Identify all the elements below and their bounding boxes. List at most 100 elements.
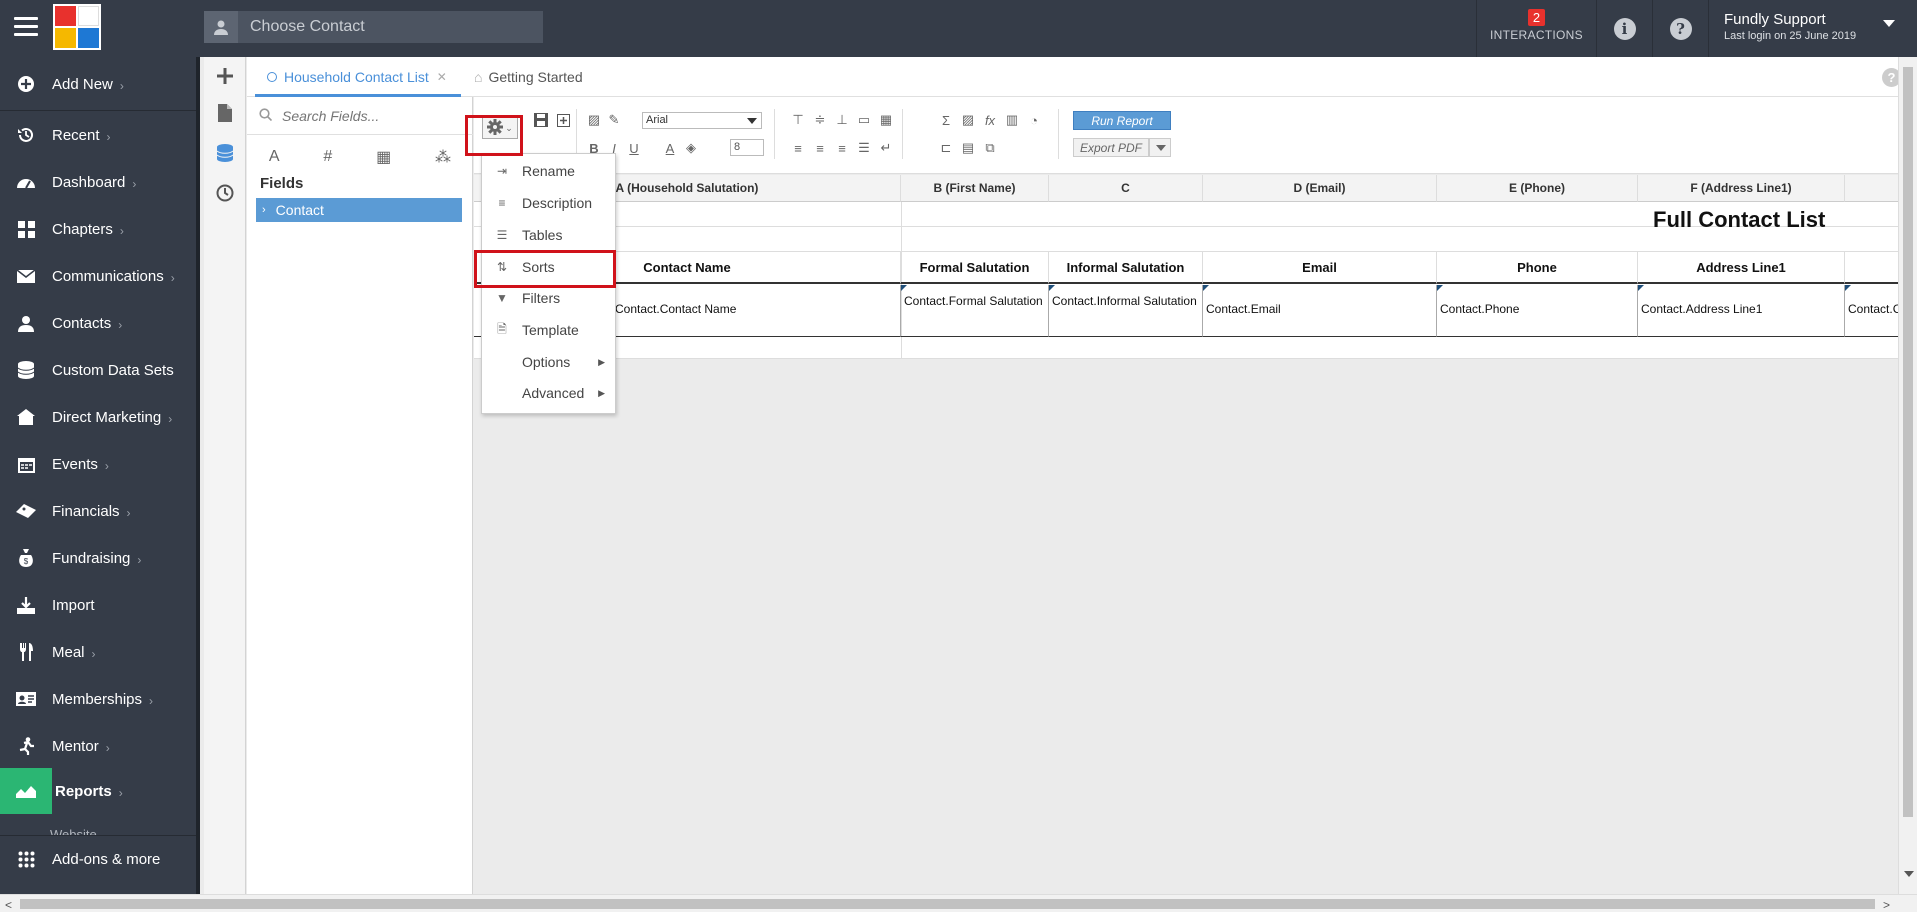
group-type-icon[interactable]: ⁂ bbox=[435, 147, 451, 167]
scroll-thumb[interactable] bbox=[1903, 67, 1913, 817]
clock-icon[interactable] bbox=[214, 182, 236, 204]
database-icon[interactable] bbox=[214, 142, 236, 164]
column-header-g[interactable] bbox=[1845, 175, 1899, 202]
nav-add-new[interactable]: Add New › bbox=[0, 61, 196, 107]
report-title[interactable]: Full Contact List bbox=[1653, 207, 1825, 233]
user-menu[interactable]: Fundly Support Last login on 25 June 201… bbox=[1708, 0, 1917, 57]
menu-item-tables[interactable]: ☰ Tables bbox=[482, 220, 617, 250]
cell-style-icon[interactable]: ▨ bbox=[585, 111, 603, 129]
column-header-f[interactable]: F (Address Line1) bbox=[1638, 175, 1845, 202]
data-cell-phone[interactable]: Contact.Phone bbox=[1437, 285, 1638, 337]
underline-icon[interactable]: U bbox=[625, 139, 643, 157]
scroll-left-icon[interactable]: < bbox=[5, 898, 12, 912]
data-cell-address-line1[interactable]: Contact.Address Line1 bbox=[1638, 285, 1845, 337]
scroll-down-icon[interactable] bbox=[1904, 871, 1914, 877]
nav-dashboard[interactable]: Dashboard › bbox=[0, 159, 196, 205]
nav-memberships[interactable]: Memberships › bbox=[0, 676, 196, 722]
copy-icon[interactable]: ⧉ bbox=[981, 139, 999, 157]
menu-item-description[interactable]: ≡ Description bbox=[482, 188, 617, 218]
column-header-d[interactable]: D (Email) bbox=[1203, 175, 1437, 202]
scroll-right-icon[interactable]: > bbox=[1883, 898, 1890, 912]
date-type-icon[interactable]: ▦ bbox=[376, 147, 391, 167]
data-cell-formal-salutation[interactable]: Contact.Formal Salutation bbox=[901, 285, 1049, 337]
text-type-icon[interactable]: A bbox=[269, 148, 280, 166]
data-cell-extra[interactable]: Contact.C bbox=[1845, 285, 1899, 337]
group-icon[interactable]: ⊏ bbox=[937, 139, 955, 157]
chart-icon[interactable]: ▥ bbox=[1003, 111, 1021, 129]
nav-communications[interactable]: Communications › bbox=[0, 253, 196, 299]
nav-import[interactable]: Import bbox=[0, 582, 196, 628]
nav-direct-marketing[interactable]: Direct Marketing › bbox=[0, 394, 196, 440]
menu-item-options[interactable]: Options ▶ bbox=[482, 347, 617, 377]
nav-custom-data-sets[interactable]: Custom Data Sets bbox=[0, 347, 196, 393]
table-border-icon[interactable]: ▦ bbox=[877, 111, 895, 129]
nav-recent[interactable]: Recent › bbox=[0, 112, 196, 158]
sum-icon[interactable]: Σ bbox=[937, 111, 955, 129]
choose-contact-field[interactable]: Choose Contact bbox=[204, 11, 543, 43]
align-right-icon[interactable]: ≡ bbox=[833, 139, 851, 157]
align-bottom-icon[interactable]: ⊥ bbox=[833, 111, 851, 129]
nav-chapters[interactable]: Chapters › bbox=[0, 206, 196, 252]
field-search-box[interactable] bbox=[247, 97, 473, 135]
document-icon[interactable] bbox=[214, 102, 236, 124]
image-icon[interactable]: ▨ bbox=[959, 111, 977, 129]
nav-contacts[interactable]: Contacts › bbox=[0, 300, 196, 346]
header-cell-formal-salutation[interactable]: Formal Salutation bbox=[901, 252, 1049, 284]
data-cell-email[interactable]: Contact.Email bbox=[1203, 285, 1437, 337]
align-top-icon[interactable]: ⊤ bbox=[789, 111, 807, 129]
header-cell-address-line1[interactable]: Address Line1 bbox=[1638, 252, 1845, 284]
nav-meal[interactable]: Meal › bbox=[0, 629, 196, 675]
column-header-b[interactable]: B (First Name) bbox=[901, 175, 1049, 202]
align-left-icon[interactable]: ≡ bbox=[789, 139, 807, 157]
header-cell-email[interactable]: Email bbox=[1203, 252, 1437, 284]
search-fields-input[interactable] bbox=[282, 107, 462, 124]
add-box-icon[interactable] bbox=[554, 111, 572, 129]
nav-reports[interactable]: Reports › bbox=[0, 768, 196, 814]
nav-fundraising[interactable]: $ Fundraising › bbox=[0, 535, 196, 581]
border-icon[interactable]: ▭ bbox=[855, 111, 873, 129]
addons-button[interactable]: Add-ons & more bbox=[0, 835, 196, 882]
scroll-thumb[interactable] bbox=[20, 899, 1875, 909]
close-icon[interactable]: ✕ bbox=[437, 70, 447, 84]
export-pdf-button[interactable]: Export PDF bbox=[1073, 138, 1149, 157]
column-header-e[interactable]: E (Phone) bbox=[1437, 175, 1638, 202]
menu-item-template[interactable]: 🗎 Template bbox=[482, 315, 617, 345]
align-center-icon[interactable]: ≡ bbox=[811, 139, 829, 157]
gauge-icon[interactable]: ◔ bbox=[1025, 111, 1043, 129]
data-cell-informal-salutation[interactable]: Contact.Informal Salutation bbox=[1049, 285, 1203, 337]
menu-item-advanced[interactable]: Advanced ▶ bbox=[482, 378, 617, 408]
font-size-input[interactable]: 8 bbox=[730, 139, 764, 156]
grid-row-4[interactable] bbox=[474, 337, 1899, 359]
header-cell-phone[interactable]: Phone bbox=[1437, 252, 1638, 284]
justify-icon[interactable]: ☰ bbox=[855, 139, 873, 157]
subreport-icon[interactable]: ▤ bbox=[959, 139, 977, 157]
horizontal-scrollbar[interactable]: < > bbox=[0, 894, 1917, 912]
menu-item-rename[interactable]: ⇥ Rename bbox=[482, 156, 617, 186]
wrap-text-icon[interactable]: ↵ bbox=[877, 139, 895, 157]
column-header-c[interactable]: C bbox=[1049, 175, 1203, 202]
fill-color-icon[interactable]: ◈ bbox=[682, 139, 700, 157]
hamburger-menu-icon[interactable] bbox=[14, 17, 38, 39]
info-button[interactable]: i bbox=[1596, 0, 1652, 57]
nav-events[interactable]: Events › bbox=[0, 441, 196, 487]
interactions-button[interactable]: 2 INTERACTIONS bbox=[1476, 0, 1596, 57]
nav-financials[interactable]: Financials › bbox=[0, 488, 196, 534]
vertical-scrollbar[interactable] bbox=[1898, 57, 1917, 894]
run-report-button[interactable]: Run Report bbox=[1073, 111, 1171, 130]
tab-getting-started[interactable]: ⌂ Getting Started bbox=[474, 69, 583, 85]
function-icon[interactable]: fx bbox=[981, 111, 999, 129]
header-cell-informal-salutation[interactable]: Informal Salutation bbox=[1049, 252, 1203, 284]
app-logo[interactable] bbox=[53, 4, 101, 50]
align-middle-icon[interactable]: ≑ bbox=[811, 111, 829, 129]
header-cell-extra[interactable] bbox=[1845, 252, 1899, 284]
brush-icon[interactable]: ✎ bbox=[605, 111, 623, 129]
export-dropdown-button[interactable] bbox=[1149, 138, 1171, 157]
add-icon[interactable] bbox=[214, 65, 236, 87]
font-family-select[interactable]: Arial bbox=[642, 112, 762, 129]
tab-household-contact-list[interactable]: Household Contact List ✕ bbox=[267, 69, 447, 85]
nav-mentor[interactable]: Mentor › bbox=[0, 723, 196, 769]
save-icon[interactable] bbox=[532, 111, 550, 129]
field-item-contact[interactable]: › Contact bbox=[256, 198, 462, 222]
font-color-icon[interactable]: A bbox=[661, 139, 679, 157]
number-type-icon[interactable]: # bbox=[323, 148, 332, 166]
